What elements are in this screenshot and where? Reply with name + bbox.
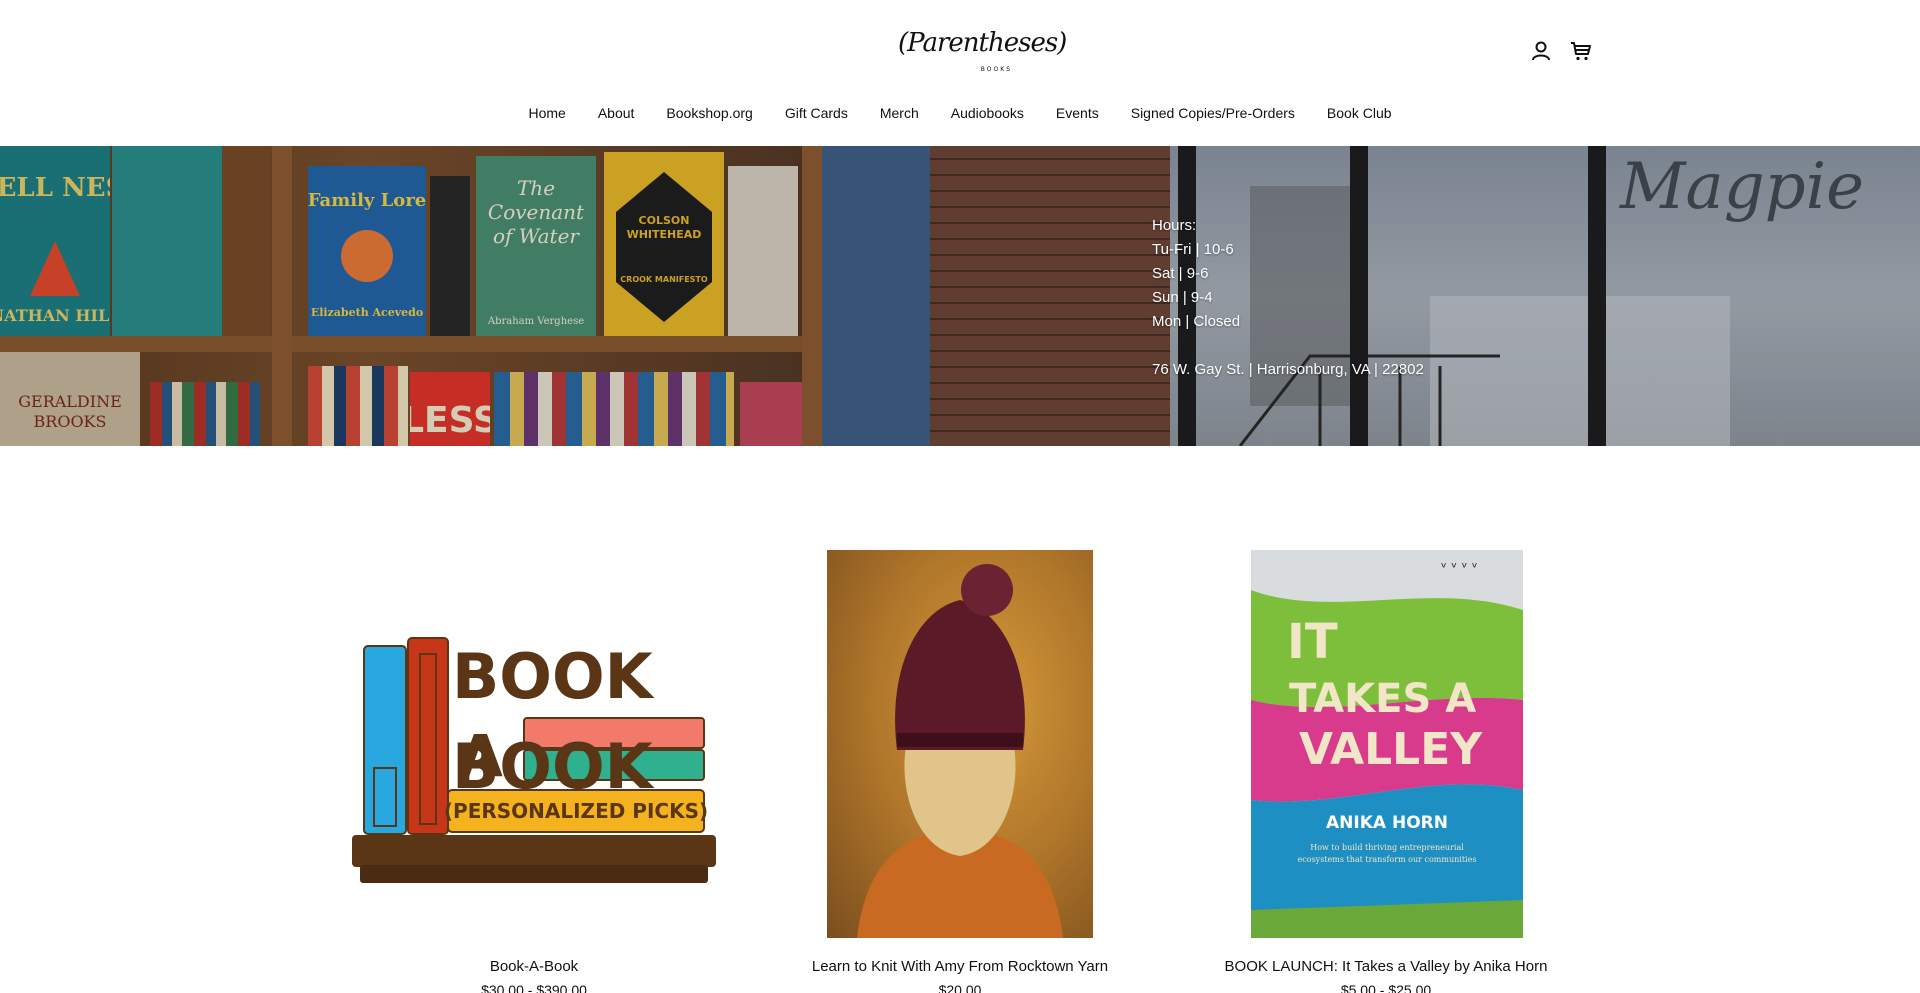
hours-line: Sat | 9-6 [1152,265,1209,282]
nav-bookshop[interactable]: Bookshop.org [650,102,768,124]
nav-about[interactable]: About [582,102,651,124]
valley-title-line2: TAKES A [1289,676,1476,722]
logo-subtext: BOOKS [980,66,1012,73]
site-logo[interactable]: (Parentheses) BOOKS [898,28,1067,76]
book-shape-red [407,637,449,835]
product-price: $20.00 [938,982,982,993]
hero-overlay [0,146,1920,446]
store-address: 76 W. Gay St. | Harrisonburg, VA | 22802 [1152,361,1424,378]
birds-icon: ᵛ ᵛ ᵛ ᵛ [1441,560,1478,576]
beanie-shape [895,600,1025,750]
cart-icon[interactable] [1568,38,1594,64]
product-title[interactable]: BOOK LAUNCH: It Takes a Valley by Anika … [1176,958,1596,975]
product-image-book-a-book[interactable]: BOOK A BOOK (PERSONALIZED PICKS) [352,590,716,890]
nav-audiobooks[interactable]: Audiobooks [935,102,1040,124]
book-shape-blue [363,645,407,835]
product-title[interactable]: Book-A-Book [324,958,744,975]
beanie-pompom [961,564,1013,616]
product-price: $5.00 - $25.00 [1340,982,1432,993]
product-image-it-takes-a-valley[interactable]: ᵛ ᵛ ᵛ ᵛ IT TAKES A VALLEY ANIKA HORN How… [1251,550,1523,938]
nav-gift-cards[interactable]: Gift Cards [769,102,864,124]
shelf-shape [352,835,716,867]
hero-banner: WELL NESS NATHAN HILL Family Lore Elizab… [0,146,1920,446]
bab-word-book-2: BOOK [452,730,655,803]
bab-word-book: BOOK [452,640,655,713]
main-nav: Home About Bookshop.org Gift Cards Merch… [0,102,1920,124]
nav-merch[interactable]: Merch [864,102,935,124]
valley-title-line3: VALLEY [1299,724,1483,775]
hours-label: Hours: [1152,217,1197,234]
valley-subtitle: How to build thriving entrepreneurial ec… [1297,843,1477,864]
nav-events[interactable]: Events [1040,102,1115,124]
nav-home[interactable]: Home [512,102,581,124]
product-image-knit-class[interactable] [827,550,1093,938]
nav-signed-copies[interactable]: Signed Copies/Pre-Orders [1115,102,1311,124]
hours-line: Mon | Closed [1152,313,1241,330]
logo-text: (Parentheses) [898,28,1067,58]
shelf-shape [360,865,708,883]
product-price: $30.00 - $390.00 [481,982,587,993]
featured-products: BOOK A BOOK (PERSONALIZED PICKS) Book-A-… [0,446,1920,993]
valley-author: ANIKA HORN [1326,813,1448,833]
account-icon[interactable] [1528,38,1554,64]
nav-book-club[interactable]: Book Club [1311,102,1408,124]
hours-line: Tu-Fri | 10-6 [1152,241,1234,258]
bab-subtitle: (PERSONALIZED PICKS) [444,799,708,823]
product-title[interactable]: Learn to Knit With Amy From Rocktown Yar… [750,958,1170,975]
valley-title-line1: IT [1287,614,1338,670]
store-hours: Hours: Tu-Fri | 10-6 Sat | 9-6 Sun | 9-4… [1152,214,1424,382]
hours-line: Sun | 9-4 [1152,289,1213,306]
site-header: (Parentheses) BOOKS Home About Bookshop.… [0,0,1920,146]
